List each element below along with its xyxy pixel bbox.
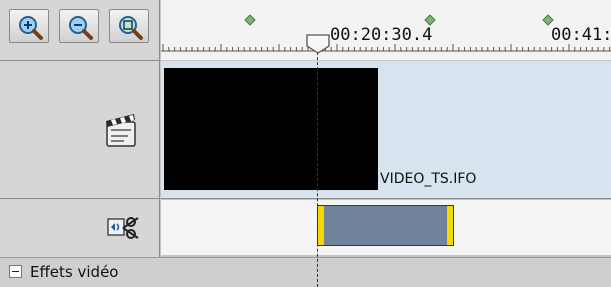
- chapter-marker[interactable]: [244, 14, 256, 26]
- video-clip-thumbnail[interactable]: [164, 68, 378, 190]
- video-track-header[interactable]: [104, 108, 138, 148]
- ruler-timecode: 00:41:0: [551, 25, 611, 45]
- playhead-handle[interactable]: [305, 33, 331, 55]
- clip-trim-handle-right[interactable]: [447, 206, 453, 245]
- clip-trim-handle-left[interactable]: [318, 206, 324, 245]
- zoom-out-icon: [69, 16, 93, 40]
- zoom-in-icon: [19, 16, 43, 40]
- audio-clip[interactable]: [317, 205, 454, 246]
- zoom-in-button[interactable]: [9, 9, 49, 43]
- collapse-toggle[interactable]: [9, 265, 22, 278]
- audio-track-icon: [107, 217, 139, 239]
- row-separator: [0, 198, 160, 199]
- zoom-out-button[interactable]: [59, 9, 99, 43]
- zoom-fit-icon: [119, 16, 143, 40]
- zoom-fit-button[interactable]: [109, 9, 149, 43]
- video-clip-name: VIDEO_TS.IFO: [380, 171, 477, 187]
- chapter-marker[interactable]: [424, 14, 436, 26]
- row-separator: [0, 60, 160, 61]
- playhead-line: [317, 52, 318, 287]
- effects-track-label: Effets vidéo: [30, 263, 119, 281]
- row-separator: [161, 198, 611, 199]
- audio-track-header[interactable]: [107, 215, 139, 241]
- ruler-timecode: 00:20:30.4: [330, 25, 433, 45]
- chapter-marker[interactable]: [542, 14, 554, 26]
- clapperboard-icon: [106, 114, 136, 147]
